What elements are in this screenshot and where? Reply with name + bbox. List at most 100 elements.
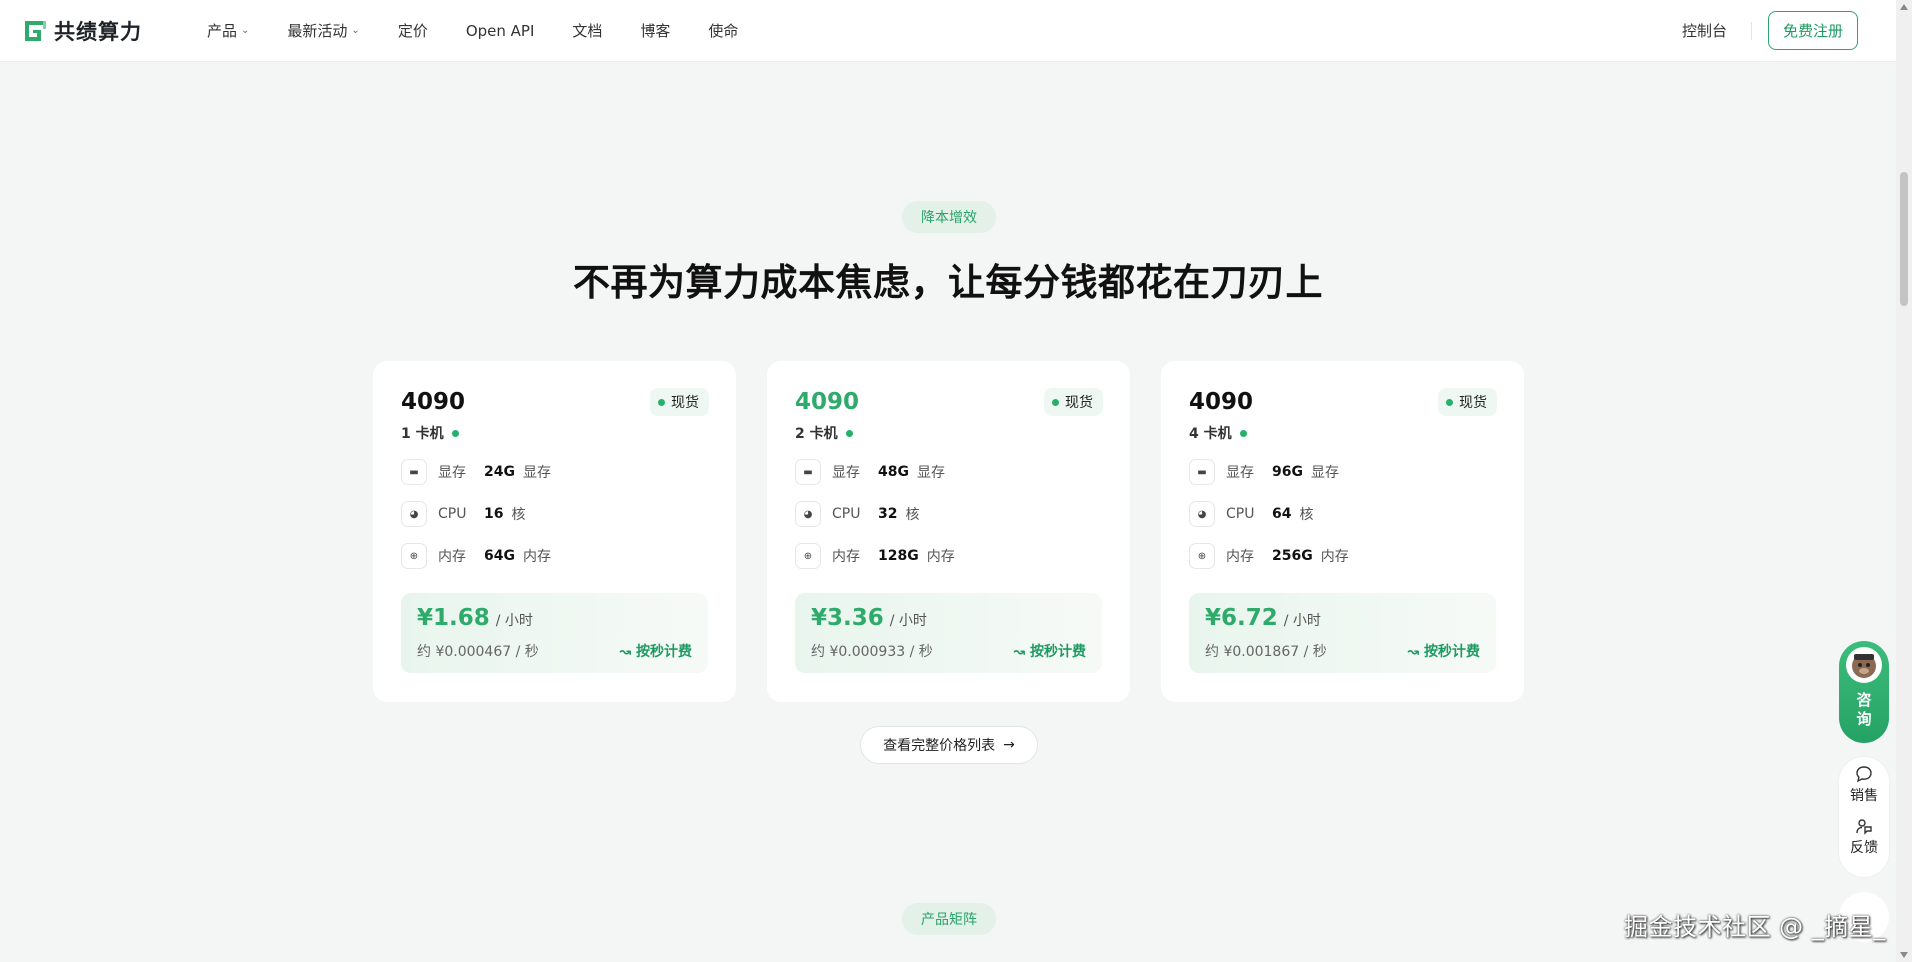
feedback-button[interactable]: 反馈: [1850, 817, 1878, 857]
spec-label: CPU: [1226, 506, 1255, 522]
consult-label: 咨询: [1856, 691, 1872, 728]
spec-memory: ⊕ 内存 256G 内存: [1189, 543, 1496, 569]
spec-label: 显存: [832, 465, 860, 481]
scroll-thumb[interactable]: [1900, 172, 1908, 306]
trend-icon: ↝: [619, 644, 632, 660]
stock-label: 现货: [1459, 395, 1487, 411]
nav-pricing[interactable]: 定价: [378, 20, 446, 41]
nav-products[interactable]: 产品 ⌄: [187, 20, 267, 41]
full-list-label: 查看完整价格列表: [883, 738, 996, 754]
free-signup-button[interactable]: 免费注册: [1767, 11, 1858, 50]
per-second-price: 约 ¥0.000933 / 秒: [811, 644, 933, 660]
memory-icon: ⊕: [795, 543, 821, 569]
memory-icon: ⊕: [401, 543, 427, 569]
spec-value: 24G: [484, 464, 515, 480]
memory-icon: ⊕: [1189, 543, 1215, 569]
stock-badge: 现货: [650, 388, 709, 416]
feedback-label: 反馈: [1850, 840, 1878, 856]
spec-label: 显存: [438, 465, 466, 481]
price-unit: / 小时: [889, 613, 927, 629]
arrow-right-icon: →: [1003, 737, 1015, 753]
spec-unit: 核: [1299, 507, 1314, 523]
price-unit: / 小时: [1283, 613, 1321, 629]
stock-badge: 现货: [1438, 388, 1497, 416]
top-navbar: 共绩算力 产品 ⌄ 最新活动 ⌄ 定价 Open API 文档 博客 使命 控制…: [0, 0, 1896, 62]
scroll-down-icon[interactable]: [1900, 952, 1908, 958]
cpu-icon: ◕: [795, 501, 821, 527]
card-subtitle: 4 卡机: [1189, 423, 1496, 443]
spec-vram: ▬ 显存 96G 显存: [1189, 459, 1496, 485]
spec-cpu: ◕ CPU 16 核: [401, 501, 708, 527]
main-nav: 产品 ⌄ 最新活动 ⌄ 定价 Open API 文档 博客 使命: [187, 20, 756, 41]
pricing-cards: 4090 现货 1 卡机 ▬ 显存 24G 显存 ◕ CPU 16 核 ⊕ 内存…: [373, 361, 1524, 702]
hourly-price: ¥1.68: [417, 605, 490, 631]
billing-label: 按秒计费: [1030, 644, 1086, 660]
cpu-icon: ◕: [1189, 501, 1215, 527]
spec-label: 内存: [438, 549, 466, 565]
nav-products-label: 产品: [207, 22, 238, 40]
chevron-down-icon: ⌄: [351, 25, 360, 36]
spec-list: ▬ 显存 24G 显存 ◕ CPU 16 核 ⊕ 内存 64G 内存: [401, 459, 708, 569]
pricing-card-2[interactable]: 4090 现货 2 卡机 ▬ 显存 48G 显存 ◕ CPU 32 核 ⊕ 内存…: [767, 361, 1130, 702]
sales-label: 销售: [1850, 788, 1878, 804]
cpu-icon: ◕: [401, 501, 427, 527]
status-dot: [658, 398, 665, 406]
scroll-up-icon[interactable]: [1900, 4, 1908, 10]
chevron-down-icon: ⌄: [241, 25, 250, 36]
price-box: ¥1.68 / 小时 约 ¥0.000467 / 秒 ↝ 按秒计费: [401, 593, 708, 673]
status-dot: [1446, 398, 1453, 406]
spec-value: 256G: [1272, 548, 1313, 564]
next-section-tag: 产品矩阵: [902, 903, 996, 935]
price-unit: / 小时: [495, 613, 533, 629]
spec-value: 48G: [878, 464, 909, 480]
section-tag: 降本增效: [902, 201, 996, 233]
status-dot: [1239, 429, 1247, 437]
nav-mission[interactable]: 使命: [688, 20, 756, 41]
spec-vram: ▬ 显存 48G 显存: [795, 459, 1102, 485]
header-actions: 控制台 免费注册: [1682, 11, 1858, 50]
per-second-price: 约 ¥0.001867 / 秒: [1205, 644, 1327, 660]
billing-mode: ↝ 按秒计费: [1407, 641, 1480, 661]
logo-mark-icon: [25, 20, 46, 41]
nav-docs[interactable]: 文档: [552, 20, 620, 41]
stock-label: 现货: [671, 395, 699, 411]
card-config: 2 卡机: [795, 426, 838, 442]
spec-value: 128G: [878, 548, 919, 564]
nav-open-api[interactable]: Open API: [446, 22, 553, 40]
nav-blog[interactable]: 博客: [620, 20, 688, 41]
billing-mode: ↝ 按秒计费: [1013, 641, 1086, 661]
sales-button[interactable]: 销售: [1850, 765, 1878, 805]
card-config: 4 卡机: [1189, 426, 1232, 442]
card-subtitle: 2 卡机: [795, 423, 1102, 443]
spec-unit: 显存: [916, 465, 945, 481]
spec-value: 96G: [1272, 464, 1303, 480]
view-full-price-list-button[interactable]: 查看完整价格列表 →: [860, 726, 1038, 764]
status-dot: [845, 429, 853, 437]
side-tools: 销售 反馈: [1839, 757, 1889, 877]
avatar: [1846, 647, 1882, 683]
gpu-icon: ▬: [401, 459, 427, 485]
brand-logo[interactable]: 共绩算力: [22, 16, 142, 46]
chat-bubble-icon: [1856, 766, 1872, 783]
spec-unit: 内存: [1320, 549, 1349, 565]
nav-latest-events[interactable]: 最新活动 ⌄: [267, 20, 377, 41]
page-scrollbar[interactable]: [1896, 0, 1912, 962]
stock-label: 现货: [1065, 395, 1093, 411]
pricing-card-1[interactable]: 4090 现货 1 卡机 ▬ 显存 24G 显存 ◕ CPU 16 核 ⊕ 内存…: [373, 361, 736, 702]
spec-vram: ▬ 显存 24G 显存: [401, 459, 708, 485]
spec-unit: 核: [905, 507, 920, 523]
console-link[interactable]: 控制台: [1682, 20, 1727, 41]
trend-icon: ↝: [1407, 644, 1420, 660]
spec-unit: 核: [511, 507, 526, 523]
gpu-icon: ▬: [795, 459, 821, 485]
nav-latest-events-label: 最新活动: [287, 22, 348, 40]
consult-button[interactable]: 咨询: [1839, 641, 1889, 743]
section-headline: 不再为算力成本焦虑，让每分钱都花在刀刃上: [573, 261, 1323, 304]
spec-value: 32: [878, 506, 898, 522]
status-dot: [1052, 398, 1059, 406]
spec-unit: 内存: [926, 549, 955, 565]
pricing-card-3[interactable]: 4090 现货 4 卡机 ▬ 显存 96G 显存 ◕ CPU 64 核 ⊕ 内存…: [1161, 361, 1524, 702]
billing-mode: ↝ 按秒计费: [619, 641, 692, 661]
spec-memory: ⊕ 内存 128G 内存: [795, 543, 1102, 569]
spec-list: ▬ 显存 96G 显存 ◕ CPU 64 核 ⊕ 内存 256G 内存: [1189, 459, 1496, 569]
